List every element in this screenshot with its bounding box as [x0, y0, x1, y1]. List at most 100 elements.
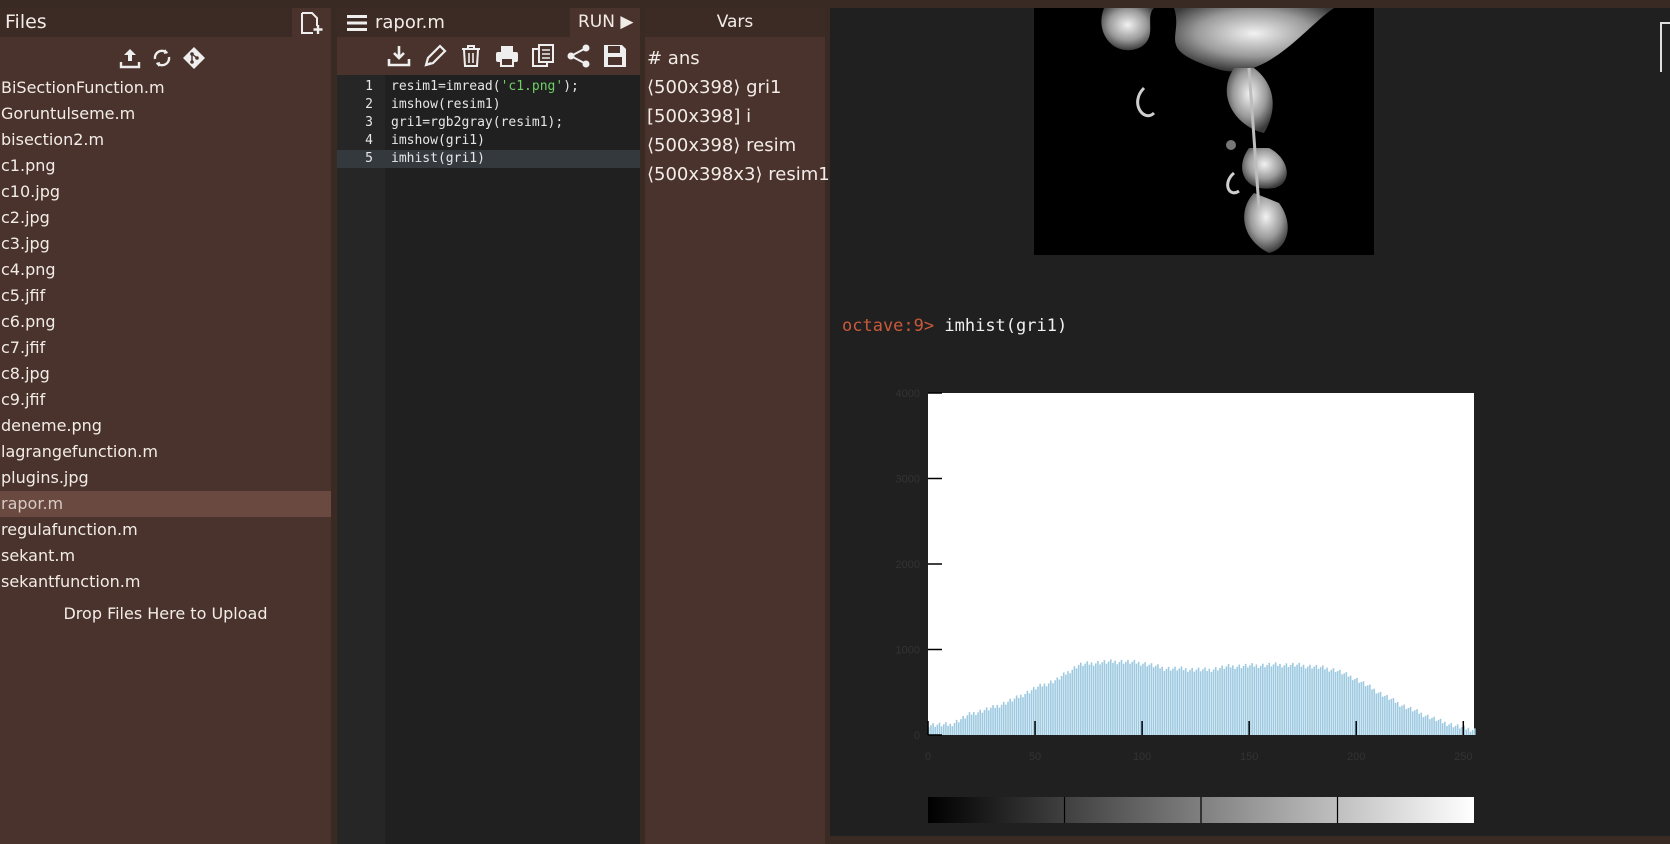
file-item[interactable]: lagrangefunction.m	[0, 439, 331, 465]
print-icon[interactable]	[494, 43, 520, 69]
histogram-bar	[1253, 666, 1256, 735]
code-line[interactable]: 3 gri1=rgb2gray(resim1);	[337, 114, 640, 132]
histogram-bar	[1343, 673, 1345, 735]
console-panel[interactable]: octave:9> imhist(gri1) 0 1000 2000 3000 4000…	[830, 8, 1670, 844]
copy-icon[interactable]	[530, 43, 556, 69]
histogram-bar	[951, 726, 954, 735]
var-item[interactable]: ⟨500x398x3⟩ resim1	[647, 160, 830, 189]
histogram-bar	[1317, 668, 1320, 735]
trash-icon[interactable]	[458, 43, 484, 69]
histogram-bar	[1032, 687, 1035, 735]
edit-pencil-icon[interactable]	[422, 43, 448, 69]
new-file-icon[interactable]	[298, 10, 324, 36]
histogram-bar	[1369, 684, 1371, 735]
menu-icon[interactable]	[347, 14, 367, 32]
histogram-bar	[983, 710, 986, 735]
file-item[interactable]: c4.png	[0, 257, 331, 283]
file-item[interactable]: c3.jpg	[0, 231, 331, 257]
share-icon[interactable]	[566, 43, 592, 69]
file-item[interactable]: c7.jfif	[0, 335, 331, 361]
file-item[interactable]: regulafunction.m	[0, 517, 331, 543]
file-item[interactable]: plugins.jpg	[0, 465, 331, 491]
download-icon[interactable]	[386, 43, 412, 69]
histogram-bar	[1375, 693, 1378, 735]
files-title: Files	[0, 8, 292, 37]
git-icon[interactable]	[182, 46, 206, 70]
histogram-bar	[1167, 666, 1170, 735]
histogram-bar	[1174, 666, 1176, 735]
code-line-active[interactable]: 5 imhist(gri1)	[337, 150, 640, 168]
histogram-bar	[1122, 663, 1125, 735]
refresh-icon[interactable]	[150, 46, 174, 70]
line-number: 1	[365, 79, 373, 94]
editor-toolbar	[337, 37, 640, 75]
line-number: 5	[365, 151, 373, 166]
run-button[interactable]: RUN ▶	[570, 8, 640, 37]
histogram-bar	[1424, 715, 1427, 735]
histogram-bar	[1086, 661, 1089, 735]
histogram-bar	[1005, 704, 1007, 735]
histogram-bar	[1232, 665, 1234, 735]
histogram-bar	[1015, 695, 1018, 735]
histogram-bar	[955, 719, 958, 735]
editor-panel: rapor.m RUN ▶ 1 resim1=imread('c1.png');…	[337, 8, 640, 844]
file-item[interactable]: BiSectionFunction.m	[0, 75, 331, 101]
histogram-bar	[1047, 683, 1050, 735]
var-item[interactable]: ⟨500x398⟩ resim	[647, 131, 830, 160]
line-gutter	[337, 75, 385, 844]
var-item[interactable]: [500x398] i	[647, 102, 830, 131]
histogram-bar	[1191, 667, 1193, 735]
histogram-bar	[949, 723, 952, 735]
file-item[interactable]: c5.jfif	[0, 283, 331, 309]
histogram-bar	[1062, 672, 1065, 735]
code-line[interactable]: 4 imshow(gri1)	[337, 132, 640, 150]
code-line[interactable]: 1 resim1=imread('c1.png');	[337, 78, 640, 96]
histogram-bar	[1270, 666, 1273, 735]
histogram-bar	[947, 725, 949, 735]
histogram-bar	[968, 712, 971, 735]
histogram-bar	[1379, 691, 1382, 735]
file-item[interactable]: c2.jpg	[0, 205, 331, 231]
file-item-selected[interactable]: rapor.m	[0, 491, 331, 517]
histogram-bar	[1240, 668, 1243, 735]
editor-filename: rapor.m	[375, 12, 445, 33]
file-item[interactable]: Goruntulseme.m	[0, 101, 331, 127]
file-item[interactable]: sekantfunction.m	[0, 569, 331, 595]
histogram-bar	[1182, 670, 1185, 735]
histogram-bar	[1099, 664, 1101, 735]
file-item[interactable]: sekant.m	[0, 543, 331, 569]
histogram-bar	[1009, 698, 1011, 735]
file-item[interactable]: c6.png	[0, 309, 331, 335]
histogram-bar	[1257, 667, 1260, 735]
upload-icon[interactable]	[118, 46, 142, 70]
var-item[interactable]: ⟨500x398⟩ gri1	[647, 73, 830, 102]
histogram-bar	[1401, 705, 1403, 735]
histogram-bar	[1154, 665, 1157, 735]
histogram-bar	[1095, 663, 1097, 735]
code-line[interactable]: 2 imshow(resim1)	[337, 96, 640, 114]
histogram-bar	[1242, 666, 1245, 735]
save-icon[interactable]	[602, 43, 628, 69]
histogram-bar	[1328, 671, 1330, 735]
histogram-bar	[1039, 683, 1041, 735]
histogram-bar	[1321, 665, 1324, 735]
histogram-bar	[970, 714, 973, 735]
histogram-bar	[1268, 662, 1271, 735]
var-item[interactable]: # ans	[647, 44, 830, 73]
file-item[interactable]: bisection2.m	[0, 127, 331, 153]
histogram-bar	[1180, 666, 1183, 735]
histogram-bar	[1112, 662, 1114, 735]
histogram-bar	[942, 724, 945, 735]
file-item[interactable]: c8.jpg	[0, 361, 331, 387]
file-item[interactable]: deneme.png	[0, 413, 331, 439]
y-tick-label: 2000	[896, 559, 920, 571]
histogram-bar	[1405, 709, 1408, 735]
file-item[interactable]: c9.jfif	[0, 387, 331, 413]
histogram-bar	[1011, 701, 1014, 735]
file-item[interactable]: c1.png	[0, 153, 331, 179]
file-item[interactable]: c10.jpg	[0, 179, 331, 205]
drop-zone[interactable]: Drop Files Here to Upload	[0, 604, 331, 623]
code-text: imshow(resim1)	[391, 97, 501, 112]
code-editor[interactable]: 1 resim1=imread('c1.png'); 2 imshow(resi…	[337, 78, 640, 168]
histogram-bar	[1045, 686, 1048, 735]
